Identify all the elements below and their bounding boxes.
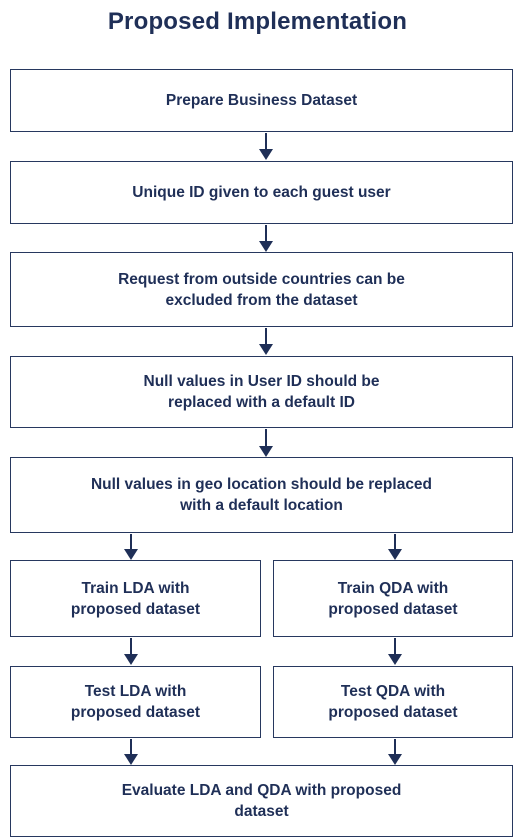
step-train-qda: Train QDA with proposed dataset xyxy=(273,560,513,637)
step-train-lda: Train LDA with proposed dataset xyxy=(10,560,261,637)
arrow-down-right-3 xyxy=(388,739,402,765)
arrow-down-left-3 xyxy=(124,739,138,765)
step-null-geo-location: Null values in geo location should be re… xyxy=(10,457,513,533)
arrow-down-4 xyxy=(259,429,273,457)
arrow-down-right-1 xyxy=(388,534,402,560)
arrow-down-3 xyxy=(259,328,273,355)
step-exclude-outside-requests-label: Request from outside countries can be ex… xyxy=(118,270,405,309)
arrow-down-2 xyxy=(259,225,273,252)
diagram-title: Proposed Implementation xyxy=(107,8,408,35)
step-unique-id: Unique ID given to each guest user xyxy=(10,161,513,224)
step-test-qda: Test QDA with proposed dataset xyxy=(273,666,513,738)
arrow-down-1 xyxy=(259,133,273,160)
step-test-lda: Test LDA with proposed dataset xyxy=(10,666,261,738)
step-evaluate-label: Evaluate LDA and QDA with proposed datas… xyxy=(121,782,402,820)
step-prepare-dataset: Prepare Business Dataset xyxy=(10,69,513,132)
step-evaluate: Evaluate LDA and QDA with proposed datas… xyxy=(10,765,513,837)
step-null-user-id-label: Null values in User ID should be replace… xyxy=(143,373,380,411)
step-unique-id-label: Unique ID given to each guest user xyxy=(132,184,391,201)
step-train-qda-label: Train QDA with proposed dataset xyxy=(328,579,458,618)
step-test-qda-label: Test QDA with proposed dataset xyxy=(328,683,458,721)
step-test-lda-label: Test LDA with proposed dataset xyxy=(70,683,201,721)
arrow-down-left-2 xyxy=(124,638,138,665)
arrow-down-right-2 xyxy=(388,638,402,665)
step-prepare-dataset-label: Prepare Business Dataset xyxy=(165,92,358,109)
arrow-down-left-1 xyxy=(124,534,138,560)
step-null-user-id: Null values in User ID should be replace… xyxy=(10,356,513,428)
step-exclude-outside-requests: Request from outside countries can be ex… xyxy=(10,252,513,327)
step-train-lda-label: Train LDA with proposed dataset xyxy=(70,579,201,618)
step-null-geo-location-label: Null values in geo location should be re… xyxy=(90,476,433,514)
